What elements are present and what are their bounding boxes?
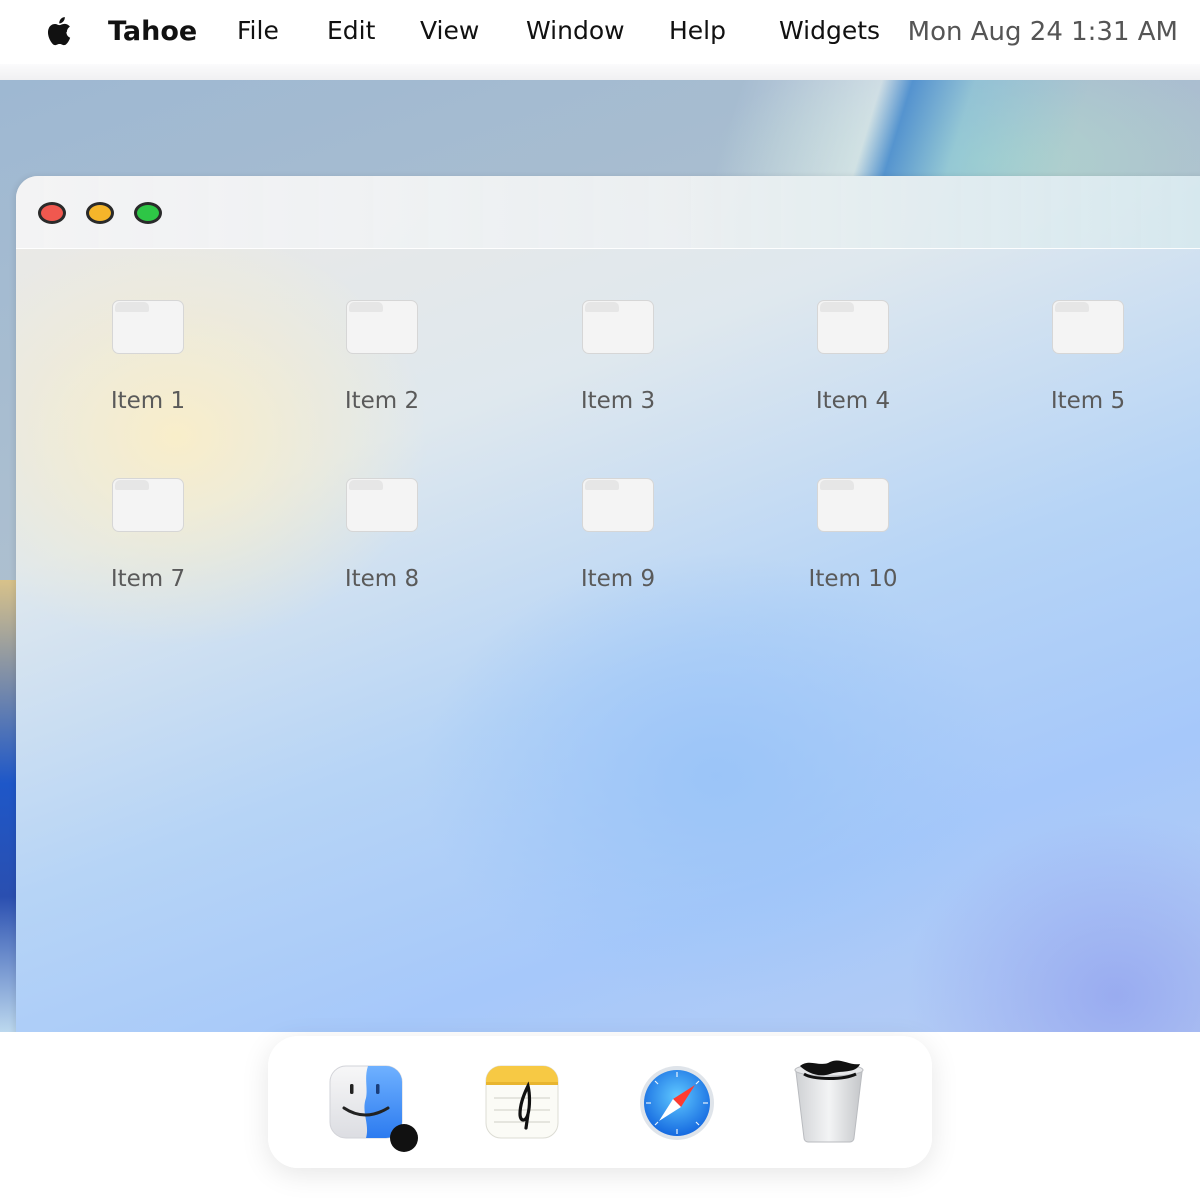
folder-icon <box>817 300 889 354</box>
folder-label: Item 4 <box>815 388 891 414</box>
app-name[interactable]: Tahoe <box>108 14 197 50</box>
folder-item[interactable]: Item 2 <box>312 248 452 414</box>
folder-item[interactable]: Item 5 <box>1018 248 1158 414</box>
folder-icon <box>112 300 184 354</box>
folder-label: Item 2 <box>344 388 420 414</box>
folder-label: Item 7 <box>110 566 186 592</box>
folder-item[interactable]: Item 1 <box>78 248 218 414</box>
menu-widgets[interactable]: Widgets <box>779 14 880 48</box>
window-content: Item 1 Item 2 Item 3 Item 4 Item 5 Item … <box>16 248 1200 1008</box>
apple-menu-icon[interactable] <box>44 14 72 48</box>
window-titlebar[interactable] <box>16 176 1200 249</box>
menu-help[interactable]: Help <box>669 14 726 48</box>
folder-item[interactable]: Item 4 <box>783 248 923 414</box>
folder-icon <box>817 478 889 532</box>
notes-icon[interactable] <box>484 1064 562 1142</box>
menu-file[interactable]: File <box>237 14 279 48</box>
folder-label: Item 10 <box>808 566 898 592</box>
folder-icon <box>582 300 654 354</box>
folder-icon <box>582 478 654 532</box>
running-indicator <box>390 1124 418 1152</box>
menu-window[interactable]: Window <box>526 14 625 48</box>
folder-icon <box>1052 300 1124 354</box>
folder-item[interactable]: Item 10 <box>783 426 923 592</box>
folder-item[interactable]: Item 9 <box>548 426 688 592</box>
menu-view[interactable]: View <box>420 14 479 48</box>
dock <box>268 1036 932 1168</box>
folder-item[interactable]: Item 8 <box>312 426 452 592</box>
folder-item[interactable]: Item 3 <box>548 248 688 414</box>
menu-bar: Tahoe File Edit View Window Help Widgets… <box>0 0 1200 64</box>
menu-edit[interactable]: Edit <box>327 14 375 48</box>
menu-bar-shadow <box>0 64 1200 80</box>
folder-label: Item 3 <box>580 388 656 414</box>
safari-icon[interactable] <box>638 1064 716 1142</box>
folder-label: Item 9 <box>580 566 656 592</box>
maximize-button[interactable] <box>134 202 162 224</box>
trash-icon[interactable] <box>790 1058 868 1144</box>
folder-label: Item 5 <box>1050 388 1126 414</box>
folder-label: Item 1 <box>110 388 186 414</box>
folder-item[interactable]: Item 7 <box>78 426 218 592</box>
folder-icon <box>346 300 418 354</box>
folder-window: Item 1 Item 2 Item 3 Item 4 Item 5 Item … <box>16 176 1200 1056</box>
folder-icon <box>112 478 184 532</box>
minimize-button[interactable] <box>86 202 114 224</box>
menu-bar-clock[interactable]: Mon Aug 24 1:31 AM <box>908 14 1178 50</box>
folder-icon <box>346 478 418 532</box>
close-button[interactable] <box>38 202 66 224</box>
folder-label: Item 8 <box>344 566 420 592</box>
